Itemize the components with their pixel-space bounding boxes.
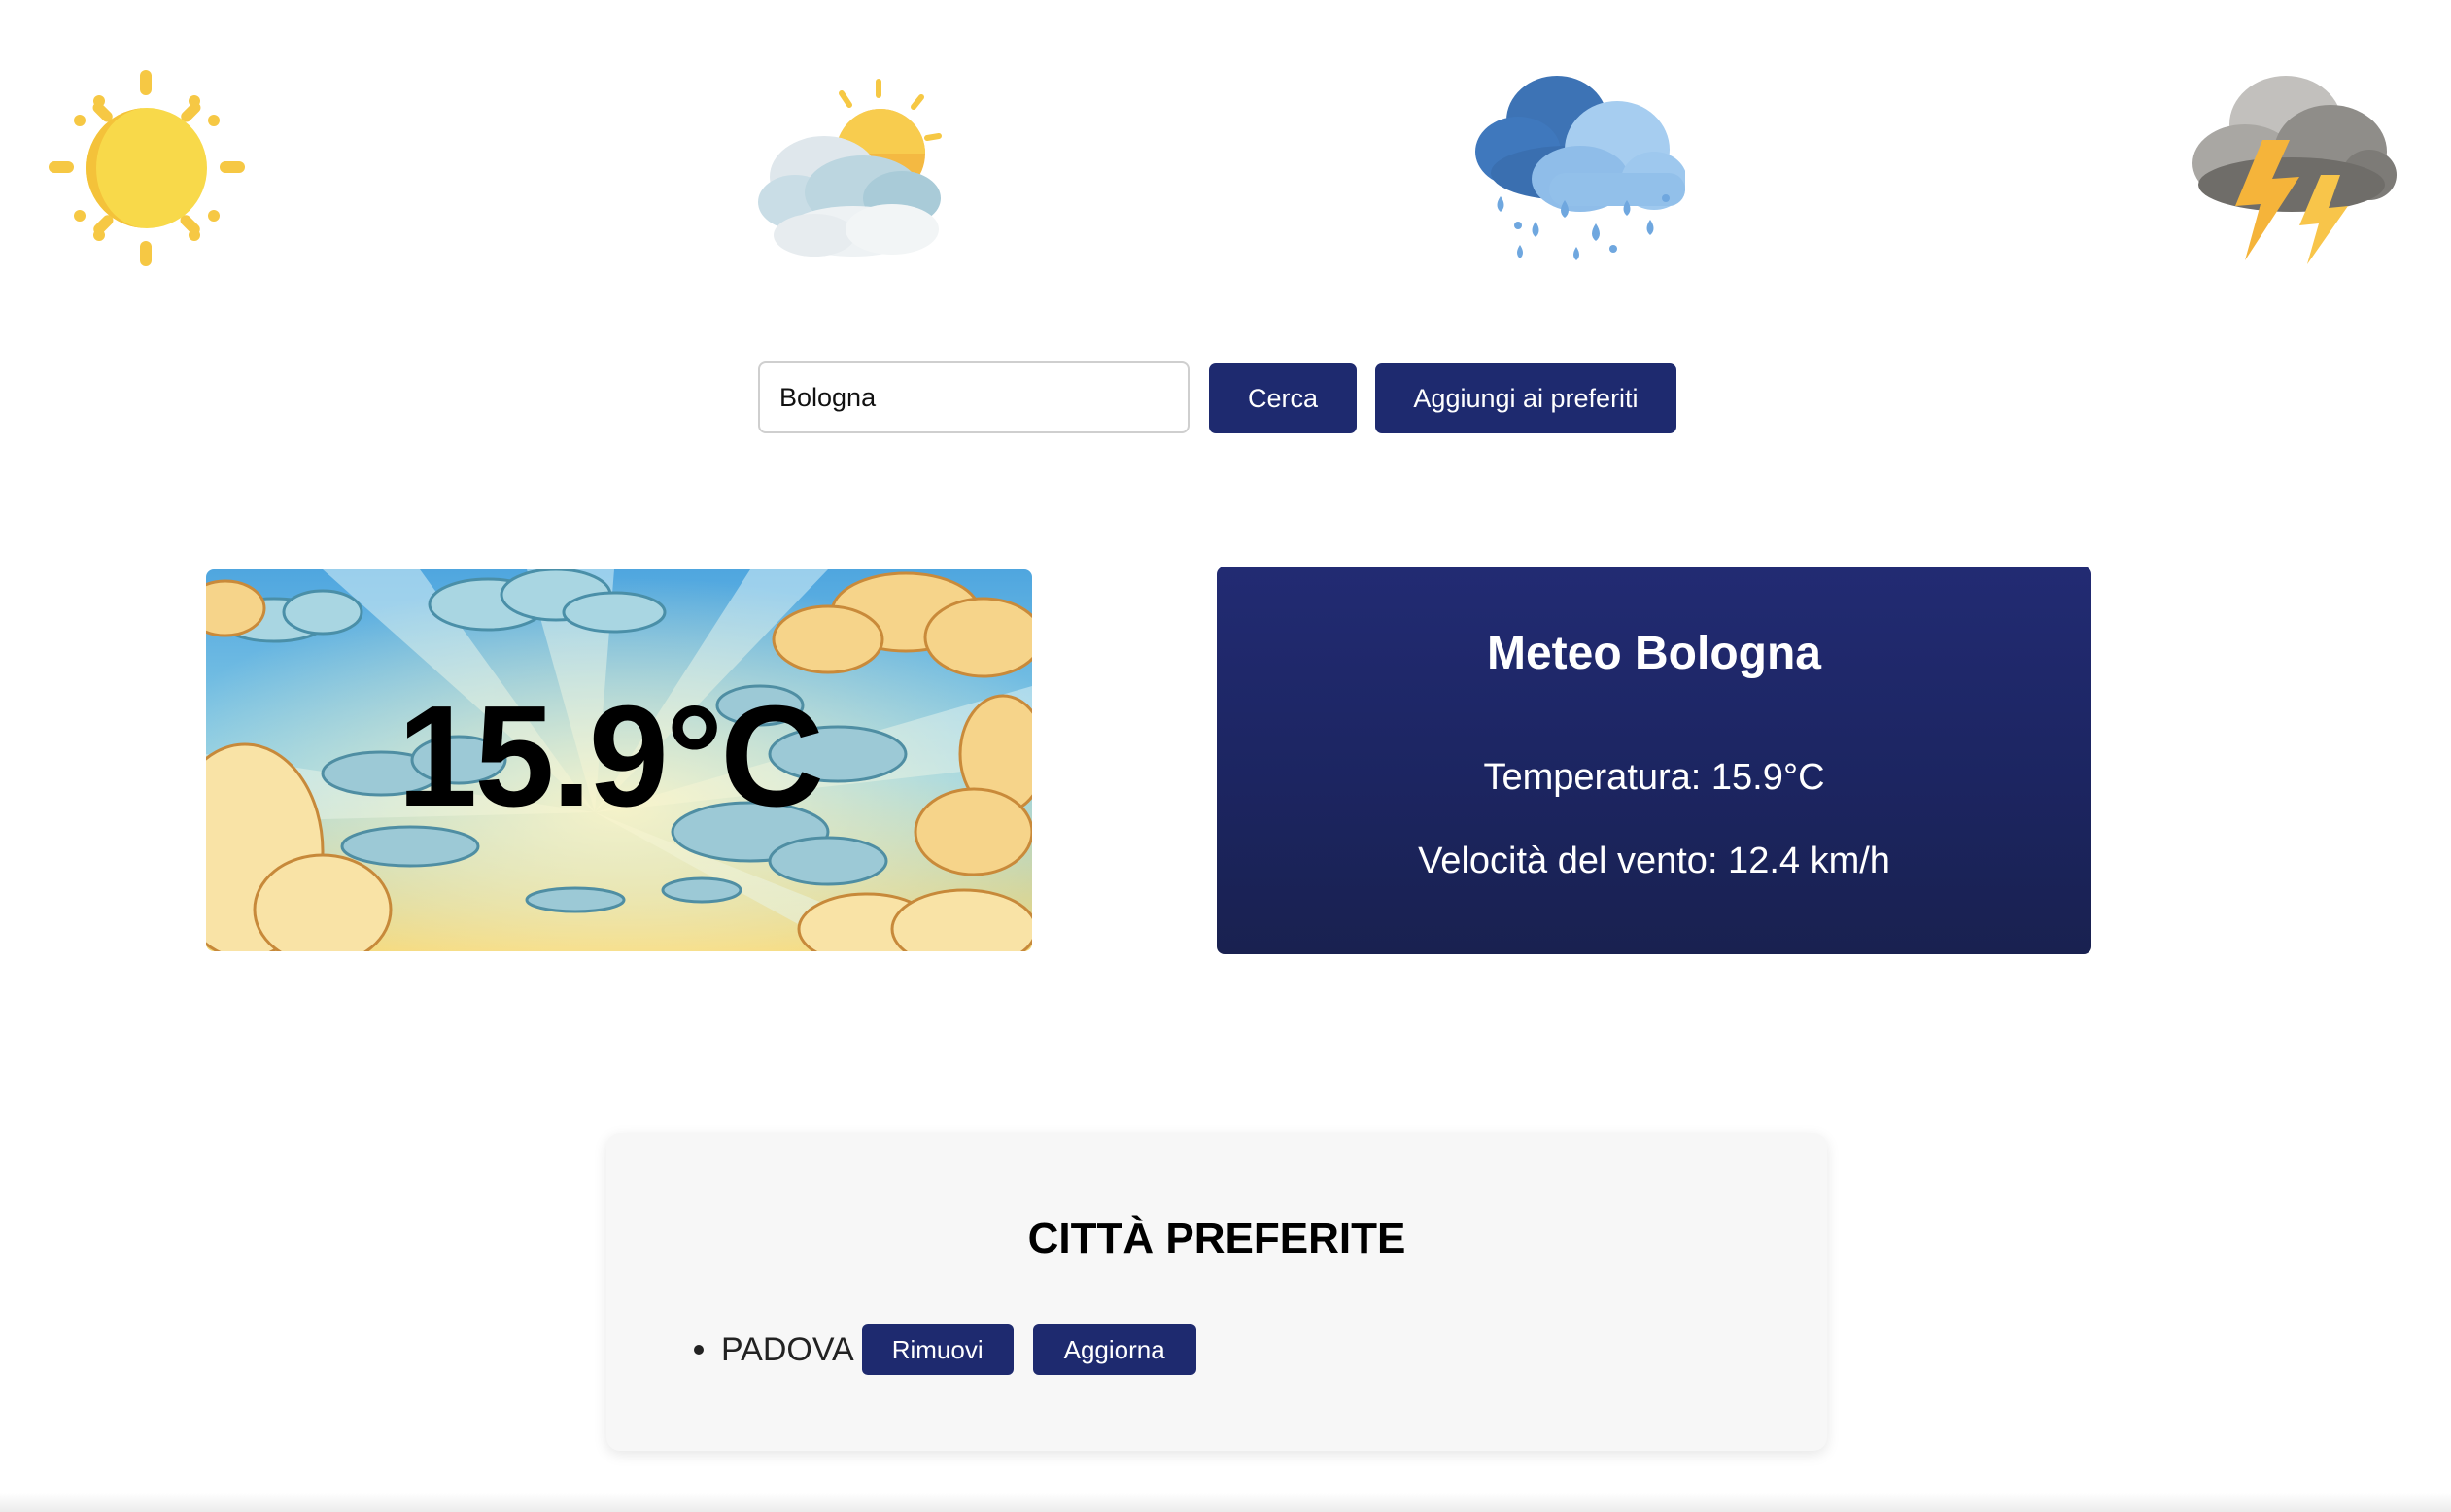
list-bullet	[694, 1345, 704, 1355]
favorite-list-item: PADOVA Rimuovi Aggiorna	[694, 1323, 1196, 1376]
favorite-city-name: PADOVA	[721, 1330, 854, 1368]
city-search-input[interactable]	[758, 361, 1190, 433]
wind-speed-text: Velocità del vento: 12.4 km/h	[1418, 841, 1890, 881]
temperature-display: 15.9°C	[397, 675, 824, 837]
weather-icon-row	[0, 0, 2451, 292]
partly-cloudy-icon	[756, 76, 960, 260]
thunderstorm-icon	[2185, 70, 2399, 264]
weather-card-title: Meteo Bologna	[1487, 628, 1821, 679]
add-to-favorites-button[interactable]: Aggiungi ai preferiti	[1375, 363, 1676, 433]
temperature-image-card: 15.9°C	[206, 569, 1032, 951]
page-bottom-edge	[0, 1493, 2451, 1512]
rain-cloud-icon	[1471, 64, 1685, 268]
favorites-title: CITTÀ PREFERITE	[1027, 1215, 1406, 1262]
search-button[interactable]: Cerca	[1209, 363, 1357, 433]
favorites-panel: CITTÀ PREFERITE PADOVA Rimuovi Aggiorna	[606, 1133, 1827, 1451]
temperature-text: Temperatura: 15.9°C	[1483, 757, 1825, 798]
sun-icon	[45, 66, 249, 270]
remove-favorite-button[interactable]: Rimuovi	[861, 1324, 1014, 1375]
refresh-favorite-button[interactable]: Aggiorna	[1032, 1324, 1196, 1375]
weather-info-card: Meteo Bologna Temperatura: 15.9°C Veloci…	[1217, 567, 2091, 954]
